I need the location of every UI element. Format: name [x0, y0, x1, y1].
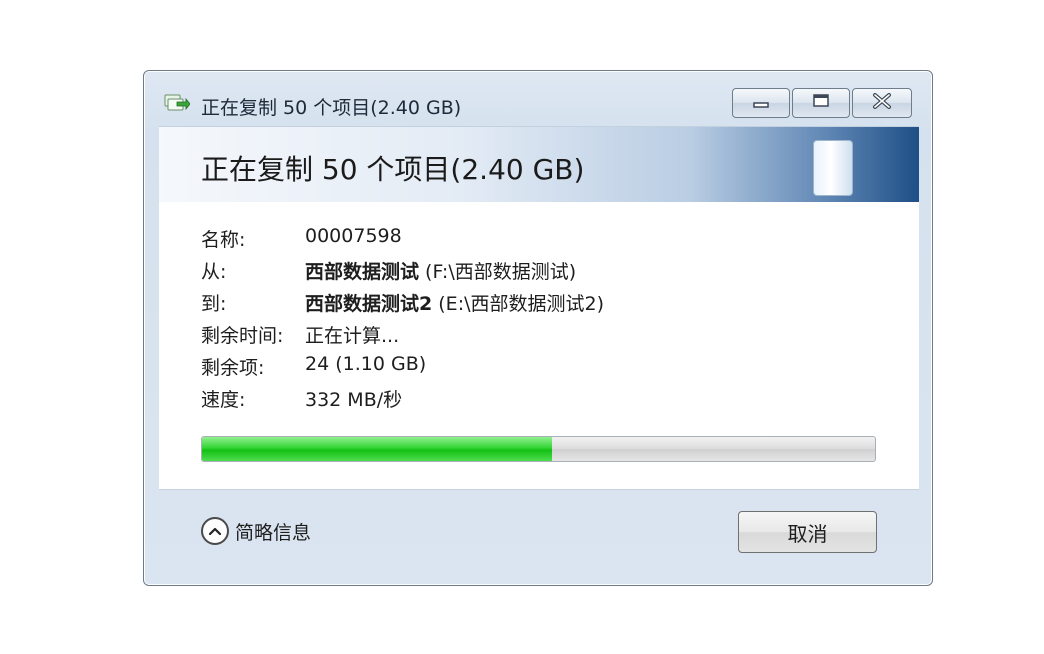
name-value: 00007598	[305, 225, 402, 247]
fewer-details-label: 简略信息	[235, 521, 312, 544]
operation-title: 正在复制 50 个项目(2.40 GB)	[201, 153, 585, 186]
details-panel: 名称: 00007598 从: 西部数据测试 (F:\西部数据测试) 到: 西部…	[159, 202, 919, 490]
speed-value: 332 MB/秒	[305, 389, 403, 411]
fewer-details-toggle[interactable]: 简略信息	[201, 514, 311, 548]
to-path: (E:\西部数据测试2)	[432, 293, 604, 315]
window-title: 正在复制 50 个项目(2.40 GB)	[201, 97, 462, 119]
close-button[interactable]	[852, 88, 912, 118]
items-remaining-value: 24 (1.10 GB)	[305, 353, 427, 375]
cancel-button[interactable]: 取消	[738, 511, 877, 553]
copy-progress-dialog: 正在复制 50 个项目(2.40 GB) 正在复制 50 个项目(2.40 GB…	[143, 70, 933, 586]
time-remaining-label: 剩余时间:	[201, 325, 284, 347]
drive-icon	[813, 140, 853, 196]
progress-bar	[201, 436, 876, 462]
from-label: 从:	[201, 261, 227, 283]
speed-label: 速度:	[201, 389, 246, 411]
from-folder-link[interactable]: 西部数据测试	[305, 261, 419, 283]
items-remaining-label: 剩余项:	[201, 357, 265, 379]
name-label: 名称:	[201, 229, 246, 251]
close-icon	[871, 93, 893, 113]
to-folder-link[interactable]: 西部数据测试2	[305, 293, 432, 315]
progress-bar-fill	[202, 437, 552, 461]
header-band: 正在复制 50 个项目(2.40 GB)	[159, 126, 919, 202]
time-remaining-value: 正在计算...	[305, 325, 400, 347]
minimize-icon	[751, 94, 771, 113]
from-path: (F:\西部数据测试)	[419, 261, 577, 283]
minimize-button[interactable]	[732, 88, 790, 118]
to-label: 到:	[201, 293, 227, 315]
title-bar[interactable]: 正在复制 50 个项目(2.40 GB)	[144, 71, 932, 125]
copy-arrow-icon	[164, 93, 191, 113]
maximize-icon	[811, 93, 831, 113]
dialog-footer: 简略信息 取消	[159, 490, 919, 575]
maximize-button[interactable]	[792, 88, 850, 118]
chevron-up-icon	[201, 517, 229, 545]
